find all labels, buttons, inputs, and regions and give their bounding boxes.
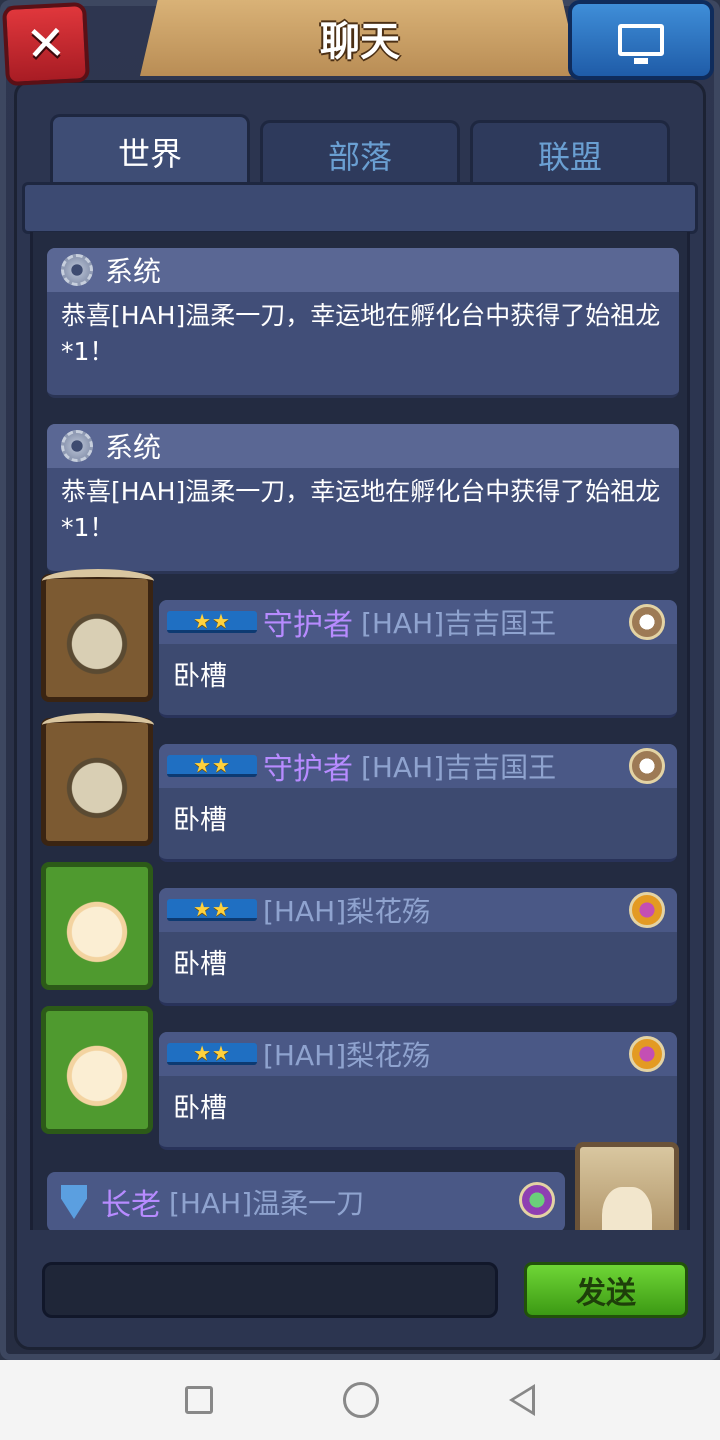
message-bubble: ★★ 守护者 [HAH]吉吉国王 卧槽	[159, 744, 677, 862]
user-name[interactable]: [HAH]吉吉国王	[361, 746, 556, 786]
message-header: ★★ [HAH]梨花殇	[159, 1032, 677, 1076]
user-role: 长老	[101, 1188, 161, 1223]
dragon-badge-icon	[519, 1182, 555, 1218]
horns-icon	[42, 713, 154, 737]
close-button[interactable]: ✕	[1, 1, 91, 87]
system-message-text: 恭喜[HAH]温柔一刀，幸运地在孵化台中获得了始祖龙*1！	[61, 477, 661, 542]
chat-message: ★★ [HAH]梨花殇 卧槽	[41, 1006, 681, 1150]
dragon-badge-icon	[629, 1036, 665, 1072]
rank-stars: ★★	[193, 608, 231, 633]
message-bubble: ★★ 守护者 [HAH]吉吉国王 卧槽	[159, 600, 677, 718]
horns-icon	[42, 569, 154, 593]
system-message-text: 恭喜[HAH]温柔一刀，幸运地在孵化台中获得了始祖龙*1！	[61, 301, 661, 366]
monitor-icon	[618, 24, 664, 64]
dragon-badge-icon	[629, 892, 665, 928]
system-sender: 系统	[105, 431, 162, 464]
user-name[interactable]: [HAH]吉吉国王	[361, 602, 556, 642]
chat-message: ★★ 守护者 [HAH]吉吉国王 卧槽	[41, 569, 681, 718]
user-name[interactable]: [HAH]梨花殇	[263, 1034, 430, 1074]
user-name[interactable]: [HAH]温柔一刀	[169, 1182, 364, 1222]
gear-icon	[61, 254, 93, 286]
title-banner: 聊天	[140, 0, 580, 76]
system-message-header: 系统	[47, 248, 679, 292]
send-button[interactable]: 发送	[524, 1262, 688, 1318]
message-bubble: ★★ [HAH]梨花殇 卧槽	[159, 1032, 677, 1150]
message-text: 卧槽	[173, 661, 227, 692]
message-header: 长老 [HAH]温柔一刀	[47, 1172, 565, 1230]
message-header: ★★ 守护者 [HAH]吉吉国王	[159, 600, 677, 644]
system-sender: 系统	[105, 255, 162, 288]
bull-avatar[interactable]	[41, 713, 154, 846]
flower-avatar[interactable]	[41, 1006, 153, 1134]
shield-icon	[61, 1185, 87, 1219]
rank-stars: ★★	[193, 752, 231, 777]
rank-badge: ★★	[167, 608, 257, 633]
rank-badge: ★★	[167, 752, 257, 777]
user-role: 守护者	[263, 752, 353, 787]
gear-icon	[61, 430, 93, 462]
rank-badge: ★★	[167, 1040, 257, 1065]
recent-apps-icon[interactable]	[185, 1386, 213, 1414]
system-message-header: 系统	[47, 424, 679, 468]
flower-avatar[interactable]	[41, 862, 153, 990]
message-text: 卧槽	[173, 1093, 227, 1124]
back-icon[interactable]	[509, 1384, 535, 1416]
rank-stars: ★★	[193, 1040, 231, 1065]
user-role: 守护者	[263, 608, 353, 643]
system-message: 系统 恭喜[HAH]温柔一刀，幸运地在孵化台中获得了始祖龙*1！	[47, 248, 679, 398]
close-icon: ✕	[24, 14, 68, 74]
chat-message: 长老 [HAH]温柔一刀	[47, 1142, 687, 1230]
monkey-badge-icon	[629, 604, 665, 640]
user-name[interactable]: [HAH]梨花殇	[263, 890, 430, 930]
knight-avatar[interactable]	[575, 1142, 679, 1230]
chat-message: ★★ 守护者 [HAH]吉吉国王 卧槽	[41, 713, 681, 862]
message-header: ★★ [HAH]梨花殇	[159, 888, 677, 932]
chat-message-list[interactable]: 系统 恭喜[HAH]温柔一刀，幸运地在孵化台中获得了始祖龙*1！ 系统 恭喜[H…	[30, 232, 690, 1230]
home-icon[interactable]	[343, 1382, 379, 1418]
monkey-badge-icon	[629, 748, 665, 784]
system-navigation-bar	[0, 1360, 720, 1440]
page-title: 聊天	[320, 19, 400, 65]
chat-input[interactable]	[42, 1262, 498, 1318]
rank-stars: ★★	[193, 896, 231, 921]
rank-badge: ★★	[167, 896, 257, 921]
chat-message: ★★ [HAH]梨花殇 卧槽	[41, 862, 681, 1006]
tab-tribe[interactable]: 部落	[260, 120, 460, 186]
tab-alliance[interactable]: 联盟	[470, 120, 670, 186]
system-message: 系统 恭喜[HAH]温柔一刀，幸运地在孵化台中获得了始祖龙*1！	[47, 424, 679, 574]
channel-tabs: 世界 部落 联盟	[50, 114, 670, 186]
message-text: 卧槽	[173, 949, 227, 980]
message-bubble: ★★ [HAH]梨花殇 卧槽	[159, 888, 677, 1006]
message-text: 卧槽	[173, 805, 227, 836]
message-header: ★★ 守护者 [HAH]吉吉国王	[159, 744, 677, 788]
tab-bar-strip	[22, 182, 698, 234]
tab-world[interactable]: 世界	[50, 114, 250, 186]
bull-avatar[interactable]	[41, 569, 154, 702]
screen-button[interactable]	[568, 0, 714, 80]
